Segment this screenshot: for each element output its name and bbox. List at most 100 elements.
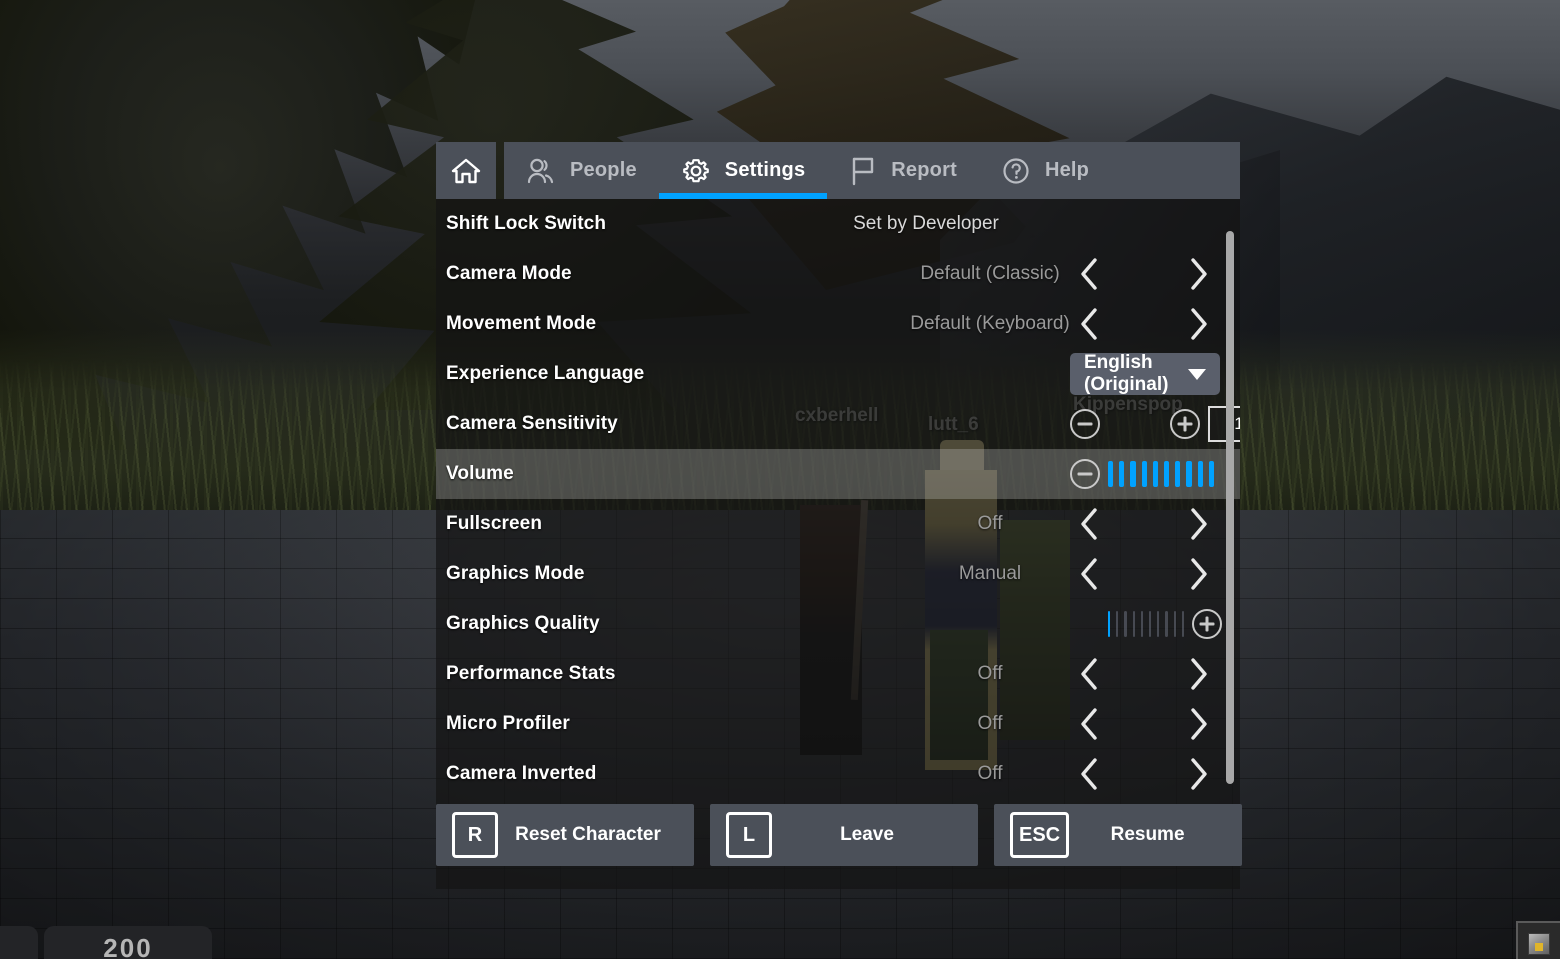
- setting-value: Off: [977, 713, 1003, 734]
- setting-row-movement-mode[interactable]: Movement Mode Default (Keyboard): [436, 299, 1240, 349]
- setting-control: Off: [752, 649, 1240, 699]
- setting-label: Shift Lock Switch: [446, 213, 607, 234]
- slider-segment[interactable]: [1164, 461, 1170, 487]
- chevron-right-icon: [1191, 508, 1207, 540]
- slider-segment[interactable]: [1149, 611, 1152, 637]
- footer-button-label: Reset Character: [515, 824, 661, 845]
- setting-control: 1: [752, 399, 1240, 449]
- slider-segment[interactable]: [1181, 611, 1185, 637]
- setting-control: Off: [752, 699, 1240, 749]
- slider-segment[interactable]: [1140, 611, 1144, 637]
- setting-label: Experience Language: [446, 363, 645, 384]
- slider-value-box[interactable]: 1: [1208, 406, 1240, 442]
- menu-footer: R Reset Character L Leave ESC Resume: [436, 804, 1242, 866]
- setting-value: Default (Classic): [920, 263, 1060, 284]
- setting-row-fullscreen[interactable]: Fullscreen Off: [436, 499, 1240, 549]
- slider-segment[interactable]: [1157, 611, 1160, 637]
- slider-control: 1: [1070, 404, 1240, 444]
- setting-label: Camera Mode: [446, 263, 572, 284]
- slider-track[interactable]: [1108, 461, 1215, 487]
- setting-row-graphics-quality[interactable]: Graphics Quality: [436, 599, 1240, 649]
- setting-value: Manual: [958, 563, 1022, 584]
- setting-control: Default (Keyboard): [752, 299, 1240, 349]
- leave-button[interactable]: L Leave: [710, 804, 978, 866]
- resume-button[interactable]: ESC Resume: [994, 804, 1242, 866]
- setting-next-button[interactable]: [1184, 257, 1214, 291]
- slider-segment[interactable]: [1186, 461, 1192, 487]
- setting-value: Off: [977, 663, 1003, 684]
- setting-row-micro-profiler[interactable]: Micro Profiler Off: [436, 699, 1240, 749]
- tab-people-label: People: [570, 159, 637, 181]
- minus-icon[interactable]: [1070, 459, 1100, 489]
- flag-icon: [853, 157, 874, 185]
- setting-next-button[interactable]: [1184, 507, 1214, 541]
- slider-segment[interactable]: [1175, 461, 1181, 487]
- slider-track[interactable]: [1108, 611, 1185, 637]
- footer-button-label: Resume: [1110, 824, 1185, 845]
- setting-next-button[interactable]: [1184, 557, 1214, 591]
- setting-control: [752, 449, 1240, 499]
- gear-icon: [682, 158, 709, 182]
- hud-counter: 200: [44, 926, 212, 959]
- slider-segment[interactable]: [1130, 461, 1136, 487]
- setting-control: Set by Developer: [752, 199, 1240, 249]
- setting-row-shift-lock-switch[interactable]: Shift Lock Switch Set by Developer: [436, 199, 1240, 249]
- slider-segment[interactable]: [1108, 461, 1114, 487]
- setting-control: Manual: [752, 549, 1240, 599]
- slider-segment[interactable]: [1132, 611, 1135, 637]
- plus-icon[interactable]: [1170, 409, 1200, 439]
- setting-label: Micro Profiler: [446, 713, 570, 734]
- setting-control: Off: [752, 749, 1240, 799]
- slider-track[interactable]: [1108, 411, 1162, 437]
- slider-segment[interactable]: [1197, 461, 1203, 487]
- setting-next-button[interactable]: [1184, 707, 1214, 741]
- slider-segment[interactable]: [1124, 611, 1127, 637]
- slider-segment[interactable]: [1173, 611, 1176, 637]
- menu-tabs: People Settings Report Help: [504, 142, 1240, 199]
- setting-label: Movement Mode: [446, 313, 597, 334]
- setting-control: English (Original): [752, 349, 1240, 399]
- setting-next-button[interactable]: [1184, 657, 1214, 691]
- slider-segment[interactable]: [1141, 461, 1147, 487]
- setting-row-volume[interactable]: Volume: [436, 449, 1240, 499]
- setting-label: Volume: [446, 463, 514, 484]
- footer-button-label: Leave: [840, 824, 894, 845]
- chevron-right-icon: [1191, 258, 1207, 290]
- setting-row-graphics-mode[interactable]: Graphics Mode Manual: [436, 549, 1240, 599]
- setting-row-experience-language[interactable]: Experience Language English (Original): [436, 349, 1240, 399]
- slider-segment[interactable]: [1119, 461, 1125, 487]
- settings-scrollbar[interactable]: [1226, 231, 1234, 784]
- slider-segment[interactable]: [1152, 461, 1159, 487]
- tab-people[interactable]: People: [504, 142, 659, 199]
- setting-row-camera-mode[interactable]: Camera Mode Default (Classic): [436, 249, 1240, 299]
- tab-report-label: Report: [891, 159, 957, 181]
- inventory-slot[interactable]: [1516, 921, 1560, 959]
- chevron-right-icon: [1191, 708, 1207, 740]
- setting-value: Off: [977, 763, 1003, 784]
- tab-settings[interactable]: Settings: [658, 142, 828, 199]
- setting-row-camera-sensitivity[interactable]: Camera Sensitivity 1: [436, 399, 1240, 449]
- tab-report[interactable]: Report: [827, 142, 979, 199]
- item-slot-icon: [1528, 933, 1550, 955]
- plus-icon[interactable]: [1192, 609, 1222, 639]
- setting-row-camera-inverted[interactable]: Camera Inverted Off: [436, 749, 1240, 799]
- keycap-l: L: [726, 812, 772, 858]
- setting-next-button[interactable]: [1184, 307, 1214, 341]
- minus-icon[interactable]: [1070, 409, 1100, 439]
- slider-segment[interactable]: [1108, 611, 1111, 637]
- tab-help[interactable]: Help: [979, 142, 1111, 199]
- chevron-down-icon: [1188, 368, 1206, 380]
- language-dropdown[interactable]: English (Original): [1070, 352, 1220, 395]
- chevron-right-icon: [1191, 558, 1207, 590]
- setting-next-button[interactable]: [1184, 757, 1214, 791]
- reset-character-button[interactable]: R Reset Character: [436, 804, 694, 866]
- setting-row-performance-stats[interactable]: Performance Stats Off: [436, 649, 1240, 699]
- escape-menu: People Settings Report Help Shift Lock S…: [436, 142, 1242, 889]
- slider-segment[interactable]: [1116, 611, 1119, 637]
- slider-segment[interactable]: [1208, 461, 1215, 487]
- home-icon: [451, 158, 481, 183]
- slider-segment[interactable]: [1165, 611, 1168, 637]
- home-button[interactable]: [436, 142, 496, 199]
- tab-settings-label: Settings: [724, 159, 806, 181]
- tab-help-label: Help: [1044, 159, 1090, 181]
